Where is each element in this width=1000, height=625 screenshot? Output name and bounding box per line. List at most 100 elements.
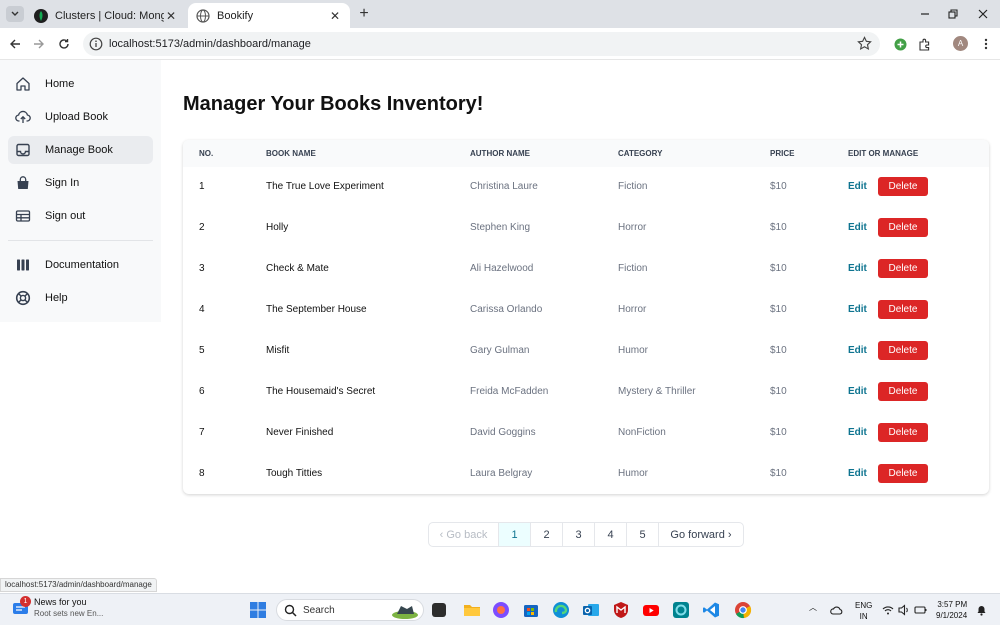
region-code: IN	[859, 612, 868, 621]
browser-menu-button[interactable]	[978, 36, 994, 52]
books-table: NO. BOOK NAME AUTHOR NAME CATEGORY PRICE…	[183, 140, 989, 494]
battery-icon[interactable]	[914, 604, 927, 616]
go-forward-label: Go forward	[670, 528, 725, 541]
news-widget[interactable]: 1 News for you Root sets new En...	[12, 595, 103, 618]
tab-title: Clusters | Cloud: MongoDB Clo	[55, 9, 164, 22]
sidebar-item-help[interactable]: Help	[8, 284, 153, 312]
sidebar-item-manage-book[interactable]: Manage Book	[8, 136, 153, 164]
delete-button[interactable]: Delete	[878, 382, 928, 401]
app-icon[interactable]	[672, 601, 690, 619]
edit-link[interactable]: Edit	[848, 181, 867, 192]
go-forward-button[interactable]: Go forward ›	[659, 523, 743, 546]
close-tab-icon[interactable]: ✕	[164, 9, 178, 23]
minimize-icon	[921, 13, 929, 15]
cell-category: Mystery & Thriller	[618, 386, 696, 397]
delete-button[interactable]: Delete	[878, 259, 928, 278]
edit-link[interactable]: Edit	[848, 468, 867, 479]
page-button-2[interactable]: 2	[531, 523, 563, 546]
tab-search-button[interactable]	[6, 6, 24, 22]
system-clock[interactable]: 3:57 PM 9/1/2024	[936, 599, 967, 621]
store-icon[interactable]	[522, 601, 540, 619]
cell-price: $10	[770, 263, 787, 274]
forward-button[interactable]	[31, 36, 47, 52]
edit-link[interactable]: Edit	[848, 222, 867, 233]
page-button-3[interactable]: 3	[563, 523, 595, 546]
delete-button[interactable]: Delete	[878, 341, 928, 360]
delete-button[interactable]: Delete	[878, 464, 928, 483]
tab-mongodb[interactable]: Clusters | Cloud: MongoDB Clo ✕	[26, 3, 186, 28]
cell-price: $10	[770, 222, 787, 233]
mcafee-icon[interactable]	[612, 601, 630, 619]
delete-button[interactable]: Delete	[878, 177, 928, 196]
clock-date: 9/1/2024	[936, 611, 968, 620]
back-button[interactable]	[7, 36, 23, 52]
url-text: localhost:5173/admin/dashboard/manage	[109, 38, 311, 50]
edit-link[interactable]: Edit	[848, 263, 867, 274]
globe-icon	[196, 8, 210, 23]
close-tab-icon[interactable]: ✕	[328, 9, 342, 23]
restore-icon	[948, 9, 958, 19]
search-highlight-icon	[392, 606, 418, 619]
sidebar-item-home[interactable]: Home	[8, 70, 153, 98]
chevron-down-icon	[11, 11, 19, 16]
cell-no: 7	[199, 427, 205, 438]
cell-book-name: Holly	[266, 222, 289, 233]
browser-toolbar: localhost:5173/admin/dashboard/manage	[0, 28, 1000, 60]
extensions-menu-button[interactable]	[916, 36, 932, 52]
youtube-icon[interactable]	[642, 601, 660, 619]
edit-link[interactable]: Edit	[848, 304, 867, 315]
sidebar-item-upload-book[interactable]: Upload Book	[8, 103, 153, 131]
cell-no: 2	[199, 222, 205, 233]
onedrive-icon[interactable]	[830, 604, 843, 617]
cell-category: Fiction	[618, 181, 648, 192]
volume-icon[interactable]	[898, 604, 910, 616]
new-tab-button[interactable]: +	[356, 6, 372, 22]
tray-overflow-icon[interactable]: ︿	[809, 602, 817, 613]
page-button-4[interactable]: 4	[595, 523, 627, 546]
wifi-icon[interactable]	[882, 604, 894, 616]
outlook-icon[interactable]	[582, 601, 600, 619]
cell-category: Humor	[618, 345, 649, 356]
cell-book-name: Tough Titties	[266, 468, 323, 479]
search-placeholder: Search	[303, 604, 335, 616]
delete-button[interactable]: Delete	[878, 300, 928, 319]
bookmark-star-icon[interactable]	[857, 36, 872, 51]
address-bar[interactable]: localhost:5173/admin/dashboard/manage	[83, 32, 880, 56]
delete-button[interactable]: Delete	[878, 218, 928, 237]
tab-bookify[interactable]: Bookify ✕	[188, 3, 350, 28]
restore-button[interactable]	[945, 6, 961, 22]
profile-avatar[interactable]: A	[953, 36, 968, 51]
extension-button[interactable]	[892, 36, 908, 52]
cell-author-name: Laura Belgray	[470, 468, 533, 479]
sidebar-divider	[8, 240, 153, 241]
page-button-5[interactable]: 5	[627, 523, 659, 546]
edge-icon[interactable]	[552, 601, 570, 619]
vscode-icon[interactable]	[702, 601, 720, 619]
close-window-button[interactable]	[975, 6, 991, 22]
reload-button[interactable]	[56, 36, 72, 52]
minimize-button[interactable]	[917, 6, 933, 22]
taskbar-search-box[interactable]: Search	[276, 599, 424, 621]
edit-link[interactable]: Edit	[848, 427, 867, 438]
info-icon[interactable]	[89, 37, 103, 51]
go-back-button[interactable]: ‹ Go back	[429, 523, 499, 546]
delete-button[interactable]: Delete	[878, 423, 928, 442]
chrome-icon[interactable]	[734, 601, 752, 619]
notification-bell-icon[interactable]	[976, 604, 987, 616]
sidebar-item-sign-in[interactable]: Sign In	[8, 169, 153, 197]
sidebar-item-documentation[interactable]: Documentation	[8, 251, 153, 279]
copilot-icon[interactable]	[492, 601, 510, 619]
page-button-1[interactable]: 1	[499, 523, 531, 546]
task-view-icon[interactable]	[432, 603, 446, 617]
file-explorer-icon[interactable]	[463, 601, 481, 619]
language-indicator[interactable]: ENG IN	[855, 600, 872, 622]
cell-price: $10	[770, 386, 787, 397]
cell-author-name: Stephen King	[470, 222, 531, 233]
windows-start-icon[interactable]	[249, 601, 267, 619]
sidebar-item-sign-out[interactable]: Sign out	[8, 202, 153, 230]
news-badge: 1	[20, 595, 31, 607]
edit-link[interactable]: Edit	[848, 386, 867, 397]
edit-link[interactable]: Edit	[848, 345, 867, 356]
sidebar-item-label: Manage Book	[45, 144, 113, 156]
sidebar-item-label: Help	[45, 292, 68, 304]
